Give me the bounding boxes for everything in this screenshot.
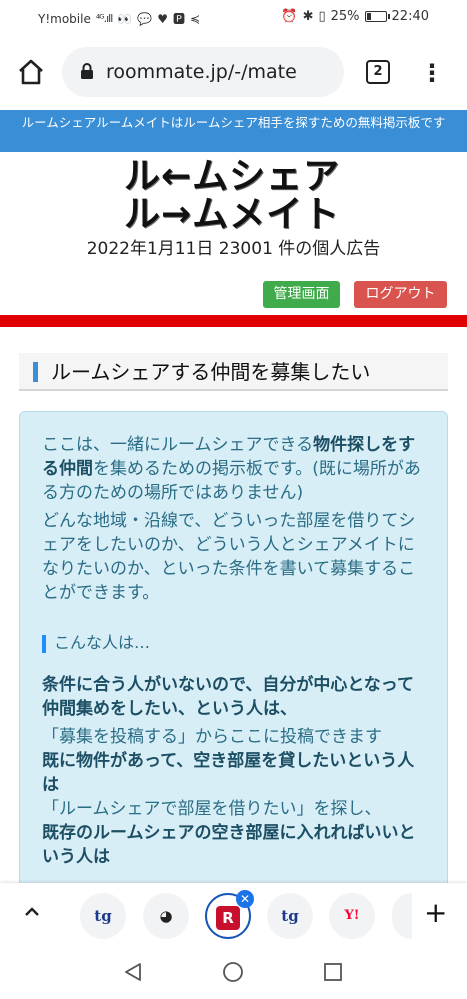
case-2-title: 既に物件があって、空き部屋を貸したいという人は xyxy=(42,751,415,795)
section-heading: ルームシェアする仲間を募集したい xyxy=(19,353,448,391)
lock-icon xyxy=(81,63,93,79)
share-icon: ≼ xyxy=(189,11,201,26)
home-icon[interactable] xyxy=(17,58,45,86)
tab-switcher-button[interactable]: 2 xyxy=(366,60,390,84)
roommate-favicon: R xyxy=(216,906,240,930)
intro-paragraph-1: ここは、一緒にルームシェアできる物件探しをする仲間を集めるための掲示板です。(既… xyxy=(42,433,427,505)
recent-apps-icon[interactable] xyxy=(322,961,344,983)
admin-button[interactable]: 管理画面 xyxy=(263,281,340,308)
case-2-action: 「ルームシェアで部屋を借りたい」を探し、 xyxy=(42,799,382,819)
subheading: こんな人は… xyxy=(42,631,427,655)
battery-icon xyxy=(364,11,390,22)
section-heading-text: ルームシェアする仲間を募集したい xyxy=(51,360,371,384)
battery-fill xyxy=(366,13,371,20)
clock: 22:40 xyxy=(391,9,429,24)
tab-yahoo[interactable]: Y! xyxy=(329,893,375,939)
eye-icon: 👀 xyxy=(117,11,133,26)
p-app-icon: 🅿 xyxy=(172,12,185,26)
url-text: roommate.jp/-/mate xyxy=(106,61,297,83)
bluetooth-icon: ✱ xyxy=(302,9,314,24)
notice-banner: ルームシェアルームメイトはルームシェア相手を探すための無料掲示板です xyxy=(0,110,467,152)
heart-icon: ♥ xyxy=(157,11,168,26)
status-left: Y!mobile ⁴ᴳ.ıll 👀 💬 ♥ 🅿 ≼ xyxy=(38,10,200,27)
logout-button[interactable]: ログアウト xyxy=(354,281,447,308)
carrier-label: Y!mobile xyxy=(38,11,91,26)
line-app-icon: 💬 xyxy=(137,11,153,26)
logo-line-2: ル→ムメイト xyxy=(124,194,341,235)
battery-percent: 25% xyxy=(330,9,360,24)
site-tagline: 2022年1月11日 23001 件の個人広告 xyxy=(86,239,381,259)
new-tab-button[interactable]: + xyxy=(424,899,447,927)
signal-icon: ⁴ᴳ.ıll xyxy=(95,12,113,25)
divider-rule xyxy=(0,315,467,327)
site-logo[interactable]: ル←ムシェア ル→ムメイト xyxy=(124,158,354,234)
heading-accent-bar xyxy=(33,362,38,382)
tab-tg-1[interactable]: tg xyxy=(80,893,126,939)
vibrate-icon: ▯ xyxy=(318,9,326,24)
home-nav-icon[interactable] xyxy=(222,961,244,983)
tab-strip: tg ◕ R tg Y! + xyxy=(0,883,467,945)
chevron-up-icon[interactable] xyxy=(22,902,42,922)
intro-text-rest: を集めるための掲示板です。(既に場所がある方のための場所ではありません) xyxy=(42,459,421,503)
intro-paragraph-2: どんな地域・沿線で、どういった部屋を借りてシェアをしたいのか、どういう人とシェア… xyxy=(42,511,416,603)
intro-text: ここは、一緒にルームシェアできる xyxy=(42,435,314,455)
status-bar: Y!mobile ⁴ᴳ.ıll 👀 💬 ♥ 🅿 ≼ ⏰ ✱ ▯ 25% 22:4… xyxy=(0,0,467,36)
system-nav-bar xyxy=(0,945,467,999)
info-panel: ここは、一緒にルームシェアできる物件探しをする仲間を集めるための掲示板です。(既… xyxy=(19,411,448,891)
logo-line-1: ル←ムシェア xyxy=(124,156,341,197)
back-icon[interactable] xyxy=(122,961,144,983)
browser-toolbar: roommate.jp/-/mate 2 ⋮ xyxy=(0,36,467,108)
case-3-title: 既存のルームシェアの空き部屋に入れればいいという人は xyxy=(42,823,416,867)
case-1-title: 条件に合う人がいないので、自分が中心となって仲間集めをしたい、という人は、 xyxy=(42,675,414,719)
tab-tg-2[interactable]: tg xyxy=(267,893,313,939)
overflow-menu-icon[interactable]: ⋮ xyxy=(420,60,444,86)
close-tab-icon[interactable]: ✕ xyxy=(236,890,254,908)
status-right: ⏰ ✱ ▯ 25% 22:40 xyxy=(281,9,429,24)
case-1-action: 「募集を投稿する」からここに投稿できます xyxy=(42,727,382,747)
alarm-icon: ⏰ xyxy=(281,9,298,24)
tab-partial[interactable] xyxy=(392,893,412,939)
address-bar[interactable]: roommate.jp/-/mate xyxy=(62,47,344,97)
tab-globe[interactable]: ◕ xyxy=(143,893,189,939)
